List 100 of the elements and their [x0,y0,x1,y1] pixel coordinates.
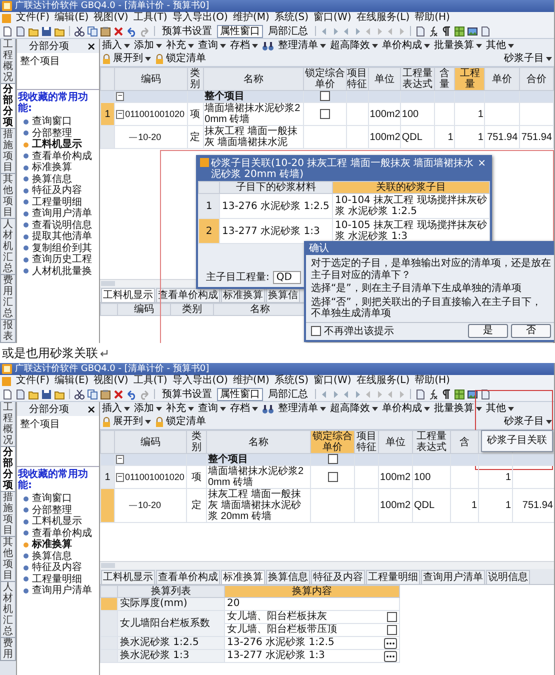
column-header[interactable]: 工程量 [454,68,485,90]
tab[interactable]: 查询用户清单 [421,570,485,584]
column-header[interactable]: 合价 [519,68,554,90]
toolbar-button[interactable]: 锁定清单 [155,416,206,428]
more-button[interactable] [384,638,397,648]
tab[interactable]: 换算信 [266,288,300,302]
close-button[interactable]: × [86,402,96,416]
toolbar-button[interactable]: 展开到 [102,53,151,65]
menu-item[interactable]: 砂浆子目关联 [482,434,552,448]
side-tab[interactable]: 费用 [0,638,16,661]
menu-item[interactable]: 维护(M) [232,12,270,24]
column-header[interactable]: 锁定综合单价 [310,430,354,454]
column-header[interactable]: 工程量表达式 [412,430,450,454]
checkbox[interactable] [328,472,338,482]
column-header[interactable]: 项目特征 [354,430,378,454]
column-header[interactable]: 编码 [118,304,170,316]
side-tab[interactable]: 报表 [0,320,16,343]
side-tab[interactable]: 其他项目 [0,537,16,582]
column-header[interactable]: 名称 [206,430,310,454]
toolbar-button[interactable]: 补充 [166,40,194,52]
close-button[interactable]: × [86,40,96,52]
tab[interactable]: 标准换算 [221,570,265,584]
side-tab[interactable]: 费用汇总 [0,275,16,320]
column-header[interactable]: 含量 [434,68,455,90]
column-header[interactable]: 项目特征 [346,68,368,90]
tab[interactable]: 工料机显示 [101,570,155,584]
menu-item[interactable]: 导入导出(O) [172,12,228,24]
copy-icon[interactable] [87,388,98,400]
menu-item[interactable]: 帮助(H) [414,375,450,387]
menu-item[interactable]: 工具(T) [133,12,168,24]
favorite-item[interactable]: 分部整理 [17,504,99,516]
favorite-item[interactable]: 特征及内容 [17,562,99,574]
menu-item[interactable]: 编辑(E) [54,375,89,387]
menu-item[interactable]: 文件(F) [16,375,50,387]
side-tab[interactable]: 工程概况 [0,402,16,447]
dialog-button[interactable]: 是 [468,324,508,338]
menu-item[interactable]: 窗口(W) [314,375,352,387]
favorite-item[interactable]: 工程量明细 [17,574,99,585]
row-header[interactable]: 1 [100,102,115,126]
table-icon[interactable] [454,26,465,36]
toolbar-button[interactable]: 预算书设置 [159,388,215,400]
favorite-item[interactable]: 查询窗口 [17,493,99,504]
undo-icon[interactable] [126,26,137,36]
pilcrow-icon[interactable] [441,388,452,400]
menu-item[interactable]: 导入导出(O) [172,375,228,387]
collapse-toggle[interactable]: − [116,92,124,101]
undo-icon[interactable] [126,388,137,400]
clipboard-icon[interactable] [100,26,111,36]
menu-item[interactable]: 在线服务(L) [356,12,410,24]
save-icon[interactable] [41,388,52,400]
menu-item[interactable]: 编辑(E) [54,12,89,24]
checkbox[interactable] [387,625,397,635]
toolbar-button[interactable]: 局部汇总 [265,24,311,38]
tab[interactable]: 工料机显示 [101,288,155,302]
column-header[interactable]: 换算内容 [224,586,400,598]
checkbox[interactable] [311,326,321,336]
favorite-item[interactable]: 查看单价构成 [17,150,99,162]
menu-item[interactable]: 视图(V) [94,12,128,24]
column-header[interactable]: 名称 [203,68,304,90]
side-tab[interactable]: 分部分项 [0,447,16,492]
toolbar-button[interactable]: 单价构成 [382,403,430,415]
close-button[interactable]: × [476,158,488,169]
save-icon[interactable] [41,26,52,36]
checkbox[interactable] [320,91,330,102]
toolbar-button[interactable]: 存档 [230,40,258,52]
checkbox[interactable] [328,454,338,464]
column-header[interactable]: 类别 [170,304,214,316]
menu-item[interactable]: 工具(T) [133,375,168,387]
tab[interactable]: 查看单价构成 [156,570,220,584]
toolbar-button[interactable]: 添加 [134,40,162,52]
menu-item[interactable]: 视图(V) [94,375,128,387]
favorite-item[interactable]: 复制组价到其 [17,242,99,254]
favorite-item[interactable]: 查询历史工程 [17,254,99,266]
menu-item[interactable]: 系统(S) [274,12,309,24]
input-field[interactable]: QD [273,270,302,284]
row-header[interactable]: 1 [100,466,114,488]
favorite-item[interactable]: 查询用户清单 [17,208,99,220]
toolbar-button[interactable]: 单价构成 [382,40,430,52]
favorite-item[interactable]: 查看单价构成 [17,528,99,539]
column-header[interactable]: 单位 [368,68,400,90]
toolbar-button[interactable]: 超高降效 [330,403,378,415]
favorite-item[interactable]: 工料机显示 [17,139,99,150]
toolbar-button[interactable]: 批量换算 [434,40,482,52]
more-button[interactable] [384,650,397,662]
toolbar-button[interactable]: 砂浆子目 [504,416,552,428]
favorite-item[interactable]: 查询用户清单 [17,585,99,596]
column-header[interactable]: 编码 [114,430,186,454]
favorite-item[interactable]: 标准换算 [17,539,99,550]
toolbar-button[interactable]: 添加 [134,403,162,415]
image-icon[interactable] [467,26,478,36]
side-tab[interactable]: 措施项目 [0,492,16,537]
tab[interactable]: 说明信息 [486,570,530,584]
column-header[interactable]: 换算列表 [118,586,224,598]
toolbar-button[interactable]: 锁定清单 [155,53,206,65]
checkbox[interactable] [320,108,330,119]
checkbox[interactable] [387,612,397,622]
menu-item[interactable]: 文件(F) [16,12,50,24]
toolbar-button[interactable]: 预算书设置 [159,24,215,38]
toolbar-button[interactable]: 插入 [102,403,130,415]
toolbar-button[interactable]: 批量换算 [434,403,482,415]
